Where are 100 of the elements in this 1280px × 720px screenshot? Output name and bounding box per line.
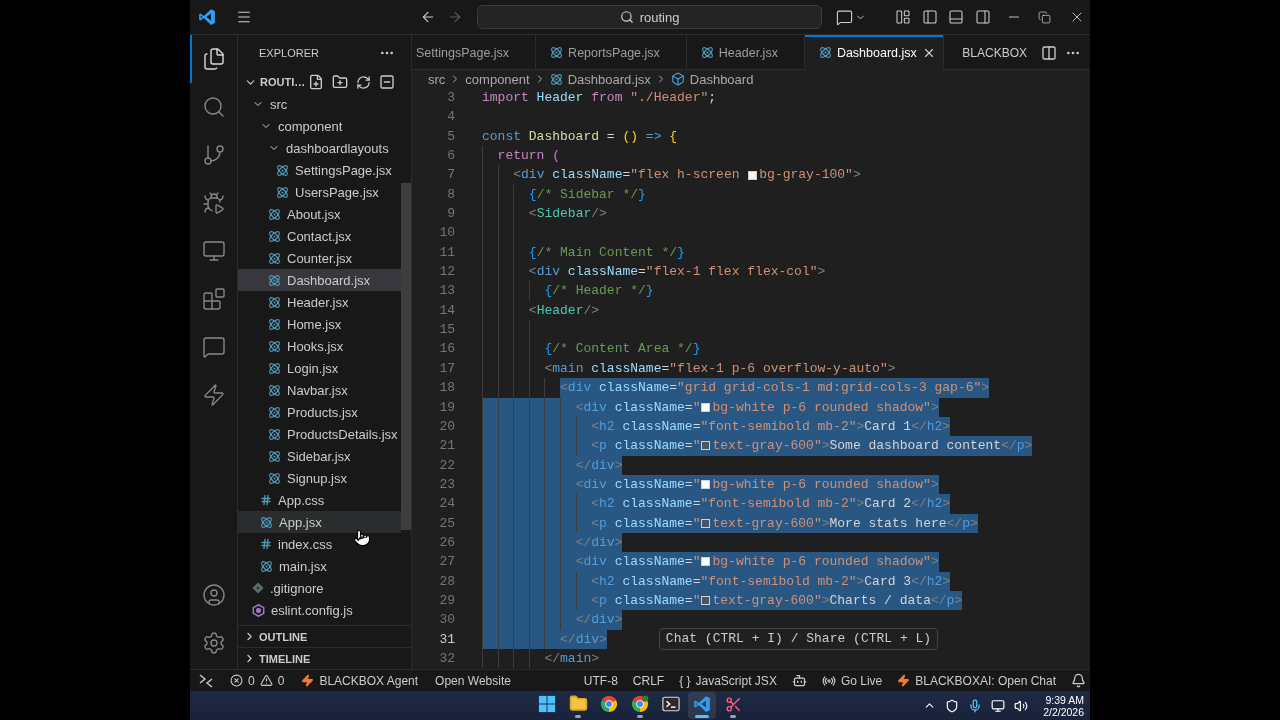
line-number: 16: [439, 340, 455, 359]
collapse-icon[interactable]: [379, 74, 395, 90]
file-tree-item[interactable]: index.css: [238, 533, 401, 555]
atom-icon: [260, 559, 273, 573]
atom-icon: [276, 163, 289, 177]
code-text: {/* Sidebar */}: [528, 185, 646, 204]
section-header[interactable]: OUTLINE: [238, 625, 411, 647]
file-tree-item[interactable]: Counter.jsx: [238, 247, 401, 269]
clock-date[interactable]: 2/2/2026: [1043, 705, 1084, 718]
refresh-icon[interactable]: [356, 74, 371, 90]
back-arrow-icon[interactable]: [420, 9, 436, 25]
file-tree-item[interactable]: Signup.jsx: [238, 467, 401, 489]
file-tree-item[interactable]: Hooks.jsx: [238, 335, 401, 357]
menu-icon[interactable]: [236, 9, 252, 25]
line-number: 31: [439, 630, 455, 649]
code-text: <div className=": [575, 398, 701, 417]
folder-icon: [568, 694, 588, 713]
breadcrumb-item[interactable]: component: [465, 71, 530, 87]
file-tree-item[interactable]: component: [238, 115, 401, 137]
file-tree-item[interactable]: UsersPage.jsx: [238, 181, 401, 203]
new-folder-icon[interactable]: [332, 74, 348, 90]
shield-icon[interactable]: [945, 698, 960, 713]
microphone-icon[interactable]: [968, 698, 983, 713]
status-item[interactable]: Go Live: [821, 670, 883, 691]
status-item[interactable]: BLACKBOXAI: Open Chat: [897, 670, 1056, 691]
editor-tab[interactable]: ReportsPage.jsx: [536, 35, 687, 70]
file-tree-item[interactable]: Contact.jsx: [238, 225, 401, 247]
new-file-icon[interactable]: [308, 74, 324, 90]
code-text: </div>: [575, 456, 623, 475]
left-panel-icon[interactable]: [922, 9, 938, 25]
line-number: 14: [439, 301, 455, 320]
file-tree-item[interactable]: Home.jsx: [238, 313, 401, 335]
color-swatch-icon[interactable]: [701, 596, 711, 606]
status-item[interactable]: BLACKBOX Agent: [301, 670, 419, 691]
code-text: <p className=": [591, 591, 701, 610]
line-number: 15: [439, 321, 455, 340]
robot-icon[interactable]: [791, 673, 807, 688]
code-text: text-gray-600">Charts / data</p>: [712, 591, 963, 610]
file-tree-item[interactable]: Header.jsx: [238, 291, 401, 313]
atom-icon: [268, 295, 281, 309]
remote-icon[interactable]: [199, 673, 213, 688]
file-tree-item[interactable]: eslint.config.js: [238, 599, 401, 621]
monitor-icon[interactable]: [991, 698, 1006, 713]
scrollbar-thumb[interactable]: [401, 183, 411, 530]
color-swatch-icon[interactable]: [701, 402, 711, 412]
chat-icon[interactable]: [836, 8, 853, 26]
breadcrumb-item[interactable]: Dashboard: [670, 71, 754, 87]
speaker-icon[interactable]: [1014, 698, 1029, 713]
blackbox-button[interactable]: BLACKBOX: [962, 45, 1027, 60]
project-header[interactable]: ROUTI…: [244, 75, 306, 89]
status-item[interactable]: CRLF: [632, 670, 665, 691]
sidebar-title: EXPLORER: [259, 47, 319, 59]
editor-tab[interactable]: Header.jsx: [686, 35, 805, 70]
file-tree-item[interactable]: dashboardlayouts: [238, 137, 401, 159]
file-tree-item[interactable]: ProductsDetails.jsx: [238, 423, 401, 445]
restore-icon[interactable]: [1038, 10, 1051, 24]
line-number: 18: [439, 379, 455, 398]
color-swatch-icon[interactable]: [701, 557, 711, 567]
file-tree-item[interactable]: Products.jsx: [238, 401, 401, 423]
status-item[interactable]: Open Website: [435, 670, 511, 691]
user-icon: [201, 583, 226, 607]
file-tree-item[interactable]: App.jsx: [238, 511, 401, 533]
terminal-icon: [662, 695, 680, 713]
file-tree-item[interactable]: src: [238, 93, 401, 115]
breadcrumb-item[interactable]: src: [428, 71, 446, 87]
editor-tab[interactable]: Dashboard.jsx: [804, 35, 944, 70]
file-tree-item[interactable]: main.jsx: [238, 555, 401, 577]
status-item[interactable]: UTF-8: [583, 670, 618, 691]
color-swatch-icon[interactable]: [701, 518, 711, 528]
hash-icon: [260, 538, 272, 550]
code-text: </div>: [560, 630, 607, 649]
bottom-panel-icon[interactable]: [948, 9, 964, 25]
broadcast-icon: [821, 673, 836, 688]
problems-indicator[interactable]: 0 0: [230, 670, 285, 691]
split-editor-icon[interactable]: [1041, 44, 1057, 61]
line-number: 5: [447, 127, 455, 146]
color-swatch-icon[interactable]: [701, 480, 711, 490]
file-tree-item[interactable]: About.jsx: [238, 203, 401, 225]
blocks-icon: [201, 287, 226, 311]
layout-icon[interactable]: [895, 9, 911, 25]
file-tree-item[interactable]: App.css: [238, 489, 401, 511]
breadcrumb-item[interactable]: Dashboard.jsx: [549, 71, 651, 87]
code-text: <div className=": [575, 553, 701, 572]
taskbar-app[interactable]: [688, 692, 716, 719]
file-tree-item[interactable]: Dashboard.jsx: [238, 269, 401, 291]
status-item[interactable]: { } JavaScript JSX: [679, 670, 777, 691]
code-text: text-gray-600">More stats here</p>: [712, 514, 978, 533]
bell-icon[interactable]: [1071, 673, 1086, 688]
command-center[interactable]: routing: [477, 5, 822, 29]
file-tree-item[interactable]: Sidebar.jsx: [238, 445, 401, 467]
color-swatch-icon[interactable]: [701, 441, 711, 451]
atom-icon: [268, 251, 281, 265]
file-tree-item[interactable]: SettingsPage.jsx: [238, 159, 401, 181]
color-swatch-icon[interactable]: [748, 170, 758, 180]
file-tree-item[interactable]: Navbar.jsx: [238, 379, 401, 401]
right-panel-icon[interactable]: [975, 9, 991, 25]
clock-time[interactable]: 9:39 AM: [1045, 693, 1084, 706]
editor-tab[interactable]: SettingsPage.jsx: [412, 35, 537, 70]
file-tree-item[interactable]: .gitignore: [238, 577, 401, 599]
file-tree-item[interactable]: Login.jsx: [238, 357, 401, 379]
